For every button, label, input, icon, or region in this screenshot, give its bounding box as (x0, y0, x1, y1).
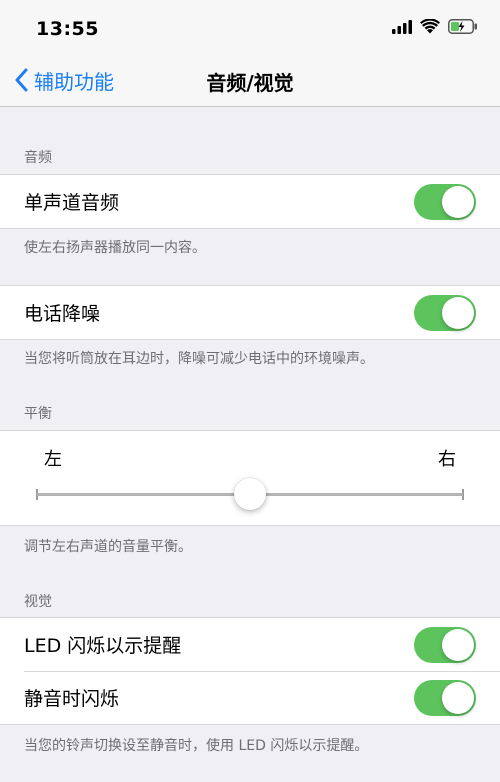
silent-flash-label: 静音时闪烁 (24, 688, 120, 710)
page-title: 音频/视觉 (206, 71, 294, 95)
balance-slider-thumb[interactable] (234, 478, 266, 510)
group-balance: 左 右 (0, 430, 500, 526)
balance-left-label: 左 (44, 449, 62, 470)
row-phone-noise: 电话降噪 (0, 286, 500, 339)
mono-audio-toggle[interactable] (414, 183, 476, 220)
visual-footer: 当您的铃声切换设至静音时，使用 LED 闪烁以示提醒。 (24, 738, 369, 754)
navigation-bar: 辅助功能 音频/视觉 (0, 54, 500, 107)
cellular-signal-icon (392, 19, 412, 38)
mono-audio-footer: 使左右扬声器播放同一内容。 (24, 240, 206, 256)
status-bar: 13:55 (0, 0, 500, 54)
phone-noise-toggle[interactable] (414, 294, 476, 331)
section-header-visual: 视觉 (24, 594, 52, 610)
led-flash-toggle[interactable] (414, 626, 476, 663)
toggle-knob (442, 628, 474, 661)
wifi-icon (420, 18, 440, 38)
section-header-audio: 音频 (24, 150, 52, 166)
phone-noise-label: 电话降噪 (24, 303, 101, 325)
led-flash-label: LED 闪烁以示提醒 (24, 635, 182, 657)
silent-flash-toggle[interactable] (414, 679, 476, 716)
group-visual: LED 闪烁以示提醒 静音时闪烁 (0, 617, 500, 725)
toggle-knob (442, 296, 474, 329)
row-mono-audio: 单声道音频 (0, 175, 500, 228)
status-time: 13:55 (36, 18, 99, 40)
mono-audio-label: 单声道音频 (24, 192, 120, 214)
section-header-balance: 平衡 (24, 406, 52, 422)
balance-right-label: 右 (438, 449, 456, 470)
toggle-knob (442, 185, 474, 218)
group-phone-noise: 电话降噪 (0, 285, 500, 340)
balance-footer: 调节左右声道的音量平衡。 (24, 539, 192, 555)
status-icons (392, 18, 478, 38)
phone-noise-footer: 当您将听筒放在耳边时，降噪可减少电话中的环境噪声。 (24, 351, 374, 367)
row-silent-flash: 静音时闪烁 (0, 671, 500, 724)
group-mono-audio: 单声道音频 (0, 174, 500, 229)
toggle-knob (442, 681, 474, 714)
row-led-flash: LED 闪烁以示提醒 (0, 618, 500, 671)
battery-charging-icon (448, 19, 478, 38)
